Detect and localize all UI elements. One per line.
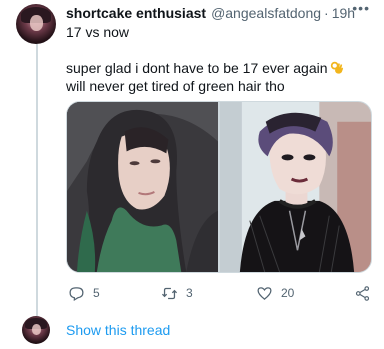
heart-icon <box>257 286 272 300</box>
tweet-text-part2: will never get tired of green hair tho <box>66 78 285 94</box>
photo-goth-purple-hair <box>220 102 371 272</box>
display-name[interactable]: shortcake enthusiast <box>66 5 206 21</box>
thread-connector-line <box>36 44 38 316</box>
reply-count: 5 <box>93 286 100 300</box>
author-avatar[interactable] <box>16 4 56 44</box>
share-button[interactable] <box>354 285 371 302</box>
ok-hand-emoji-icon <box>330 61 343 74</box>
like-button[interactable]: 20 <box>256 285 294 302</box>
share-icon <box>355 285 370 301</box>
retweet-button[interactable]: 3 <box>161 285 193 302</box>
tweet-header: shortcake enthusiast @angealsfatdong · 1… <box>66 0 370 22</box>
photo-left[interactable] <box>67 102 218 272</box>
tweet-actions: 5 3 20 <box>66 284 372 302</box>
show-thread-link[interactable]: Show this thread <box>66 322 170 338</box>
ellipsis-icon[interactable]: ••• <box>352 0 370 16</box>
photo-right[interactable] <box>220 102 371 272</box>
tweet-line1: 17 vs now <box>66 24 130 40</box>
retweet-count: 3 <box>186 286 193 300</box>
user-handle[interactable]: @angealsfatdong <box>211 5 321 21</box>
separator-dot: · <box>324 5 329 21</box>
like-count: 20 <box>281 286 295 300</box>
thread-author-avatar[interactable] <box>22 316 50 344</box>
tweet-text-part1: super glad i dont have to be 17 ever aga… <box>66 60 328 76</box>
reply-icon <box>69 286 84 301</box>
photo-girl-green-hair <box>67 102 218 272</box>
media-grid <box>66 101 372 273</box>
retweet-icon <box>161 287 178 299</box>
tweet-text: super glad i dont have to be 17 ever aga… <box>66 59 366 95</box>
reply-button[interactable]: 5 <box>68 285 100 302</box>
